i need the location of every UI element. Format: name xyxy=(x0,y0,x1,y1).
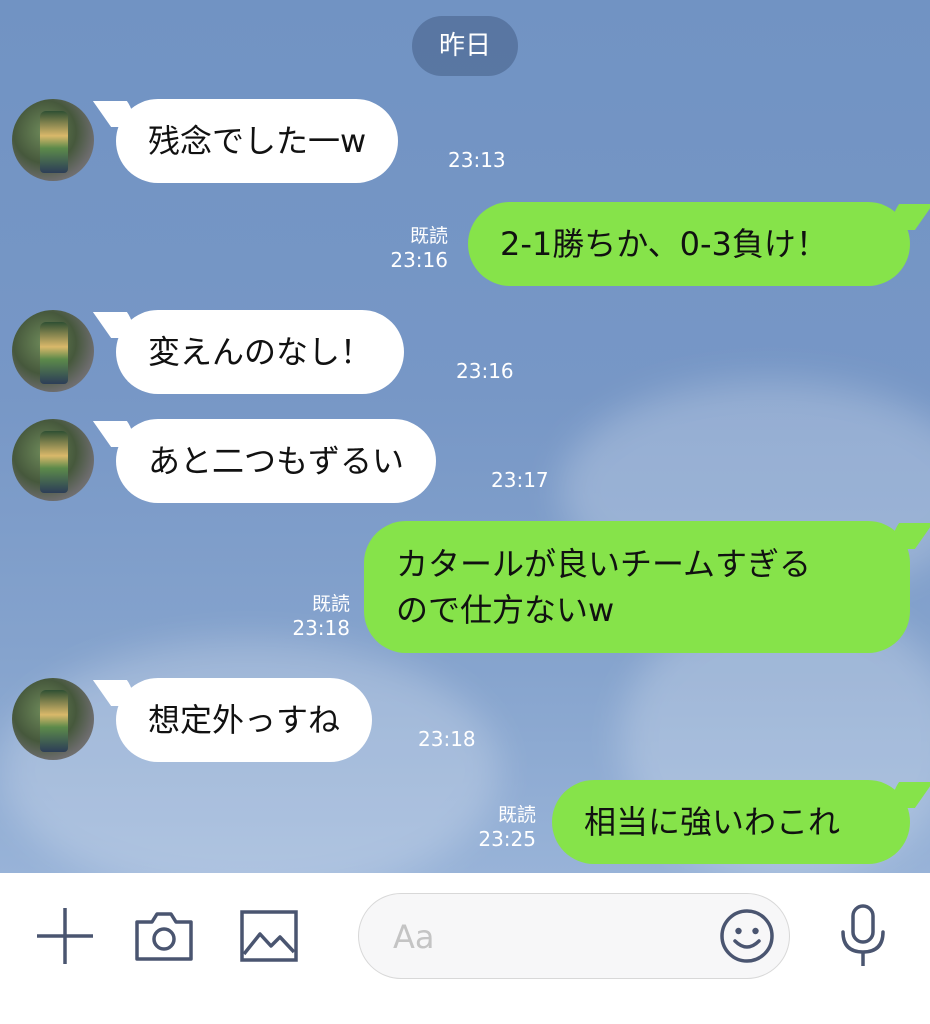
message-time: 23:25 xyxy=(478,827,536,851)
message-text: ので仕方ないw xyxy=(396,591,615,629)
message-meta: 既読 23:16 xyxy=(380,224,448,272)
message-bubble-incoming[interactable]: 残念でした一w xyxy=(116,99,399,183)
camera-icon[interactable] xyxy=(134,910,194,962)
message-bubble-incoming[interactable]: 変えんのなし！ xyxy=(116,310,405,394)
message-time: 23:16 xyxy=(456,359,514,383)
message-time: 23:17 xyxy=(491,468,549,492)
message-input[interactable] xyxy=(391,912,715,962)
message-time: 23:18 xyxy=(292,616,350,640)
avatar[interactable] xyxy=(12,419,94,501)
message-text: 変えんのなし！ xyxy=(148,333,373,371)
message-text: 想定外っすね xyxy=(148,701,341,739)
message-bubble-outgoing[interactable]: 2-1勝ちか、0-3負け！ xyxy=(468,202,910,286)
image-icon[interactable] xyxy=(240,910,298,962)
chat-area[interactable]: 昨日 残念でした一w 23:13 既読 23:16 2-1勝ちか、0-3負け！ … xyxy=(0,0,930,873)
read-receipt: 既読 xyxy=(497,804,536,826)
emoji-icon[interactable] xyxy=(719,908,775,964)
message-meta: 既読 23:25 xyxy=(468,803,536,851)
message-bubble-incoming[interactable]: あと二つもずるい xyxy=(116,419,437,503)
message-text: あと二つもずるい xyxy=(148,442,405,480)
date-separator: 昨日 xyxy=(412,16,518,76)
message-text: 相当に強いわこれ xyxy=(584,803,841,841)
message-bubble-incoming[interactable]: 想定外っすね xyxy=(116,678,373,762)
message-text: カタールが良いチームすぎる xyxy=(396,545,812,583)
message-bubble-outgoing[interactable]: カタールが良いチームすぎる ので仕方ないw xyxy=(364,521,910,653)
avatar[interactable] xyxy=(12,678,94,760)
message-time: 23:13 xyxy=(448,148,506,172)
read-receipt: 既読 xyxy=(409,225,448,247)
avatar[interactable] xyxy=(12,310,94,392)
message-meta: 既読 23:18 xyxy=(282,592,350,640)
microphone-icon[interactable] xyxy=(838,904,888,968)
message-input-field[interactable] xyxy=(358,893,790,979)
message-time: 23:18 xyxy=(418,727,476,751)
read-receipt: 既読 xyxy=(311,593,350,615)
message-text: 残念でした一w xyxy=(148,122,367,160)
message-time: 23:16 xyxy=(390,248,448,272)
message-bubble-outgoing[interactable]: 相当に強いわこれ xyxy=(552,780,910,864)
plus-icon[interactable] xyxy=(36,906,94,966)
message-text: 2-1勝ちか、0-3負け！ xyxy=(500,225,828,263)
avatar[interactable] xyxy=(12,99,94,181)
